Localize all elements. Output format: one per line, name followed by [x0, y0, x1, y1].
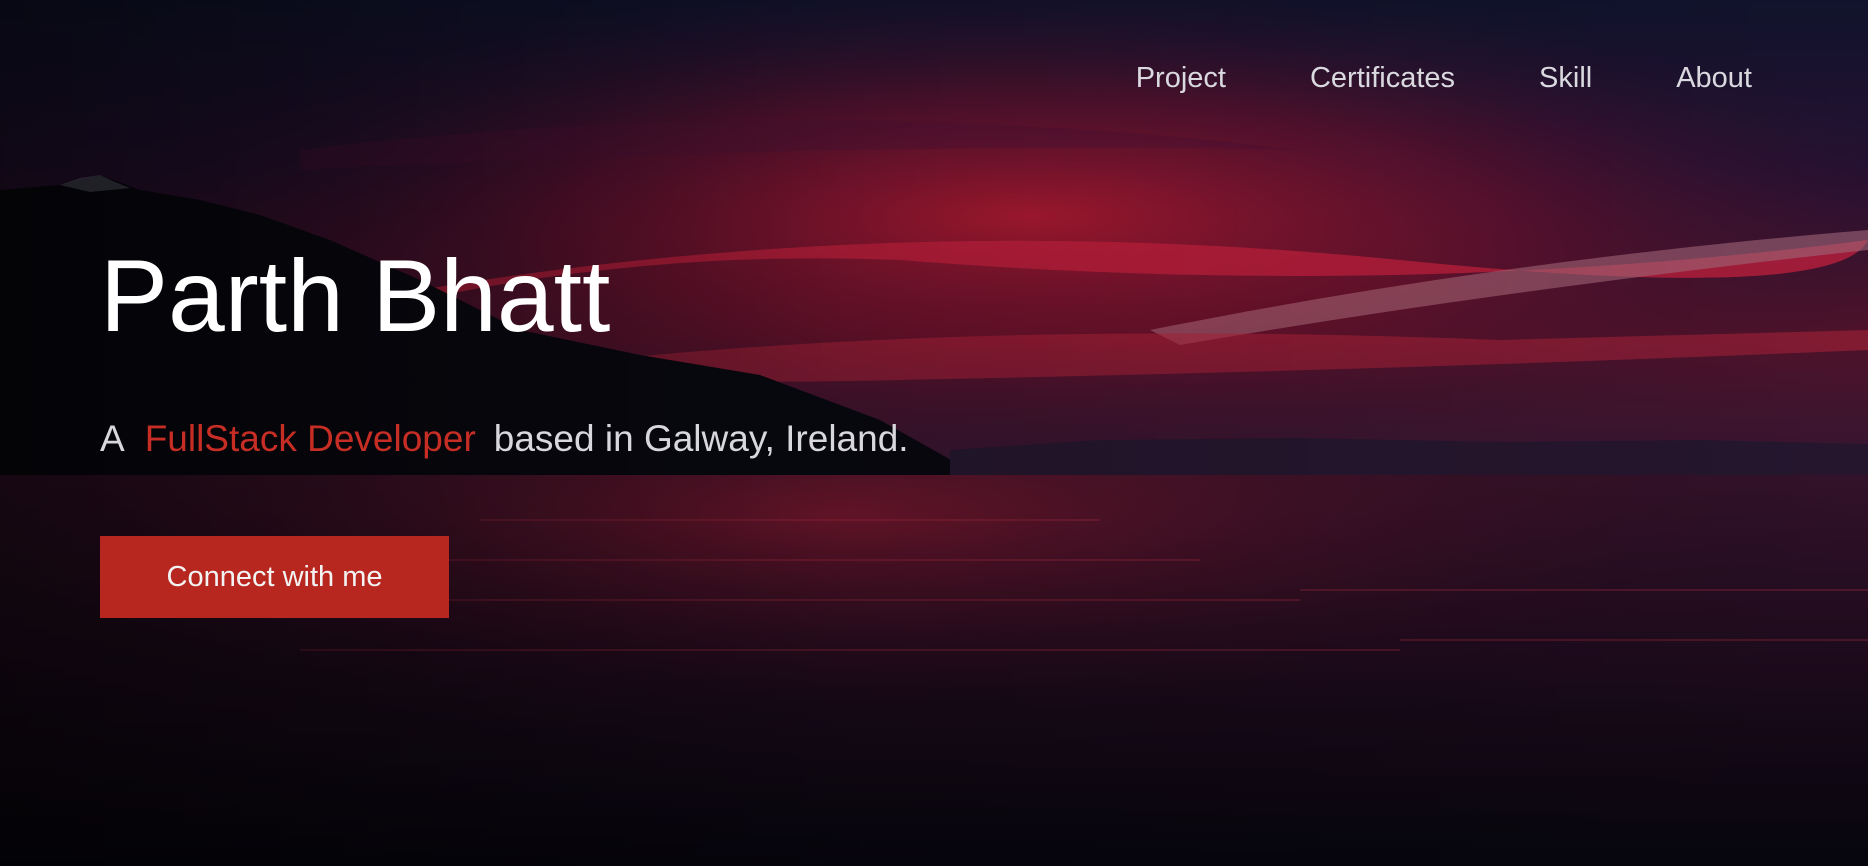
nav-link-about[interactable]: About — [1676, 62, 1752, 95]
hero-title: Parth Bhatt — [100, 239, 611, 353]
connect-button[interactable]: Connect with me — [100, 536, 449, 618]
tagline-suffix: based in Galway, Ireland. — [493, 418, 909, 459]
tagline-highlight: FullStack Developer — [144, 418, 476, 459]
tagline-prefix: A — [100, 418, 125, 459]
nav-link-skill[interactable]: Skill — [1539, 62, 1592, 95]
main-nav: Project Certificates Skill About — [1136, 62, 1752, 95]
hero-section: Project Certificates Skill About Parth B… — [0, 0, 1868, 866]
nav-link-certificates[interactable]: Certificates — [1310, 62, 1455, 95]
nav-link-project[interactable]: Project — [1136, 62, 1226, 95]
hero-tagline: A FullStack Developer based in Galway, Ire… — [100, 418, 909, 460]
